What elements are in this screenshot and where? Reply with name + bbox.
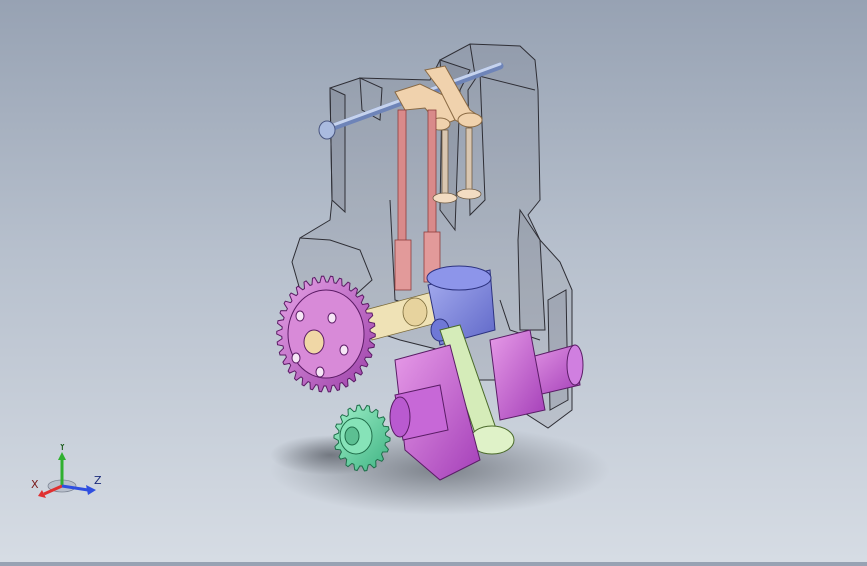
engine-model[interactable]: [0, 0, 867, 562]
orientation-triad: Y X Z: [31, 444, 102, 498]
y-axis-label: Y: [58, 444, 66, 453]
3d-viewport[interactable]: Y X Z: [0, 0, 867, 562]
x-axis-label: X: [31, 478, 39, 491]
z-axis-label: Z: [94, 474, 102, 487]
